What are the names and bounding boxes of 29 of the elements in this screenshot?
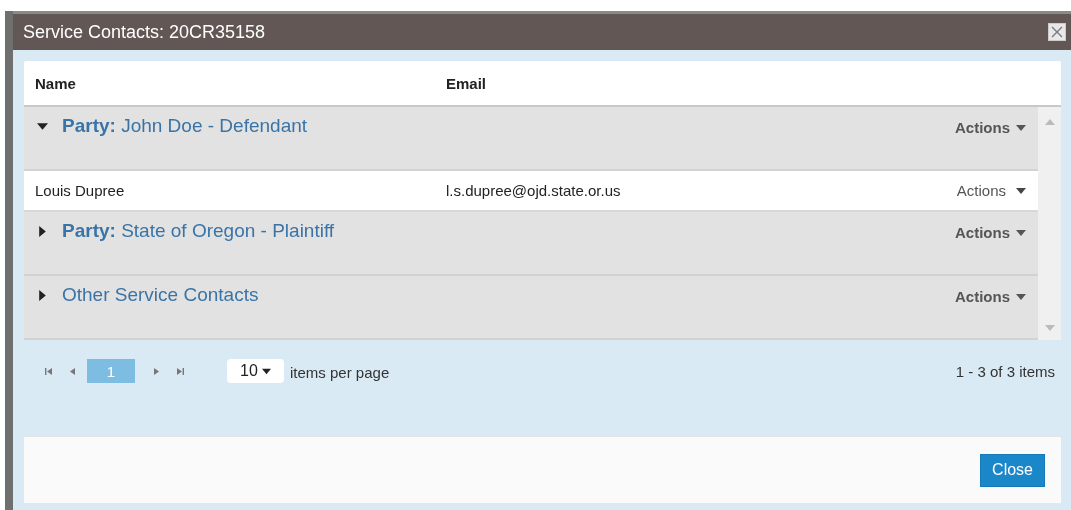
column-header[interactable]: Name — [35, 74, 446, 92]
close-icon[interactable] — [1048, 23, 1066, 41]
caret-icon — [1016, 122, 1026, 133]
caret-icon — [261, 366, 271, 376]
actions-menu[interactable]: Actions — [955, 224, 1026, 241]
caret-icon — [1016, 227, 1026, 238]
table-cell-text: l.s.dupree@ojd.state.or.us — [446, 182, 622, 199]
group-row[interactable]: Other Service Contacts Actions — [24, 276, 1038, 340]
next-page-icon[interactable] — [152, 366, 161, 376]
last-page-icon[interactable] — [176, 366, 185, 376]
pager-info: 1 - 3 of 3 items — [955, 362, 1055, 380]
actions-menu[interactable]: Actions — [955, 288, 1026, 305]
actions-menu[interactable]: Actions — [955, 119, 1026, 136]
page-size-label: items per page — [290, 363, 391, 381]
caret-icon — [1016, 185, 1026, 196]
group-row[interactable]: Party: State of Oregon - Plaintiff Actions — [24, 212, 1038, 276]
group-label: Party: State of Oregon - Plaintiff — [62, 219, 336, 242]
previous-page-icon[interactable] — [68, 366, 77, 376]
column-header[interactable]: Email — [446, 74, 487, 92]
group-label: Other Service Contacts — [62, 283, 260, 306]
group-label: Party: John Doe - Defendant — [62, 114, 309, 137]
close-button[interactable]: Close — [980, 453, 1045, 487]
table-cell-text: Louis Dupree — [35, 182, 126, 199]
page-size-dropdown[interactable]: 10 — [227, 359, 284, 383]
group-row[interactable]: Party: John Doe - Defendant Actions — [24, 107, 1038, 171]
first-page-icon[interactable] — [44, 366, 53, 376]
caret-icon — [1016, 291, 1026, 302]
window-title: Service Contacts: 20CR35158 — [23, 21, 267, 43]
actions-menu[interactable]: Actions — [956, 182, 1026, 199]
